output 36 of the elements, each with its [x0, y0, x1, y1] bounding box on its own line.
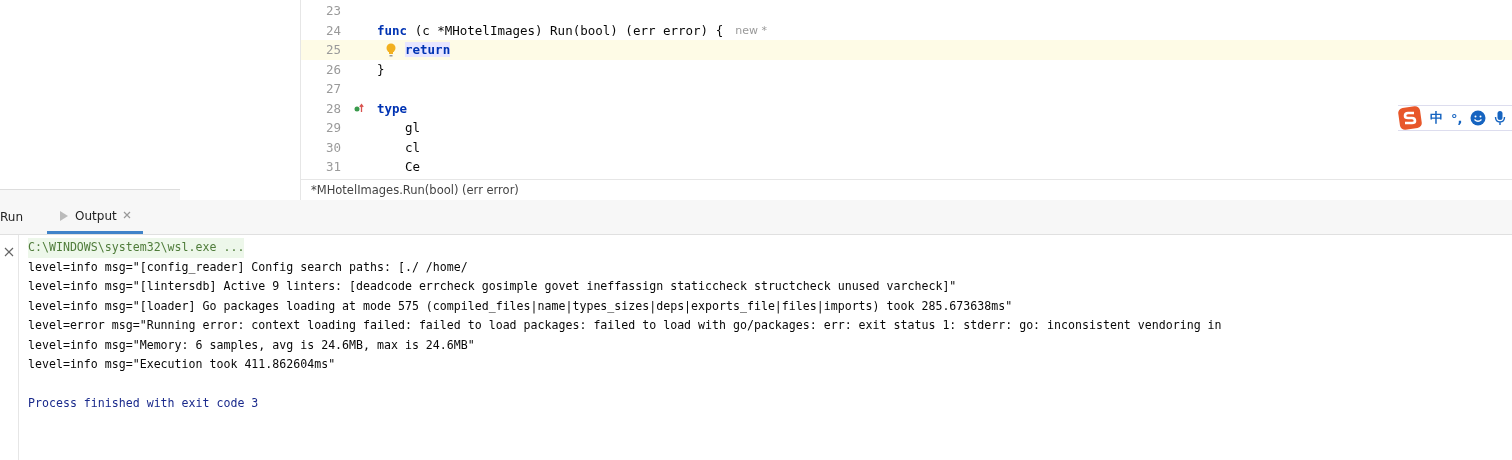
- code-keyword: func: [377, 22, 408, 38]
- log-line: level=info msg="Memory: 6 samples, avg is 24.6MB, max is 24.6MB": [28, 337, 475, 352]
- tool-window-title: Run: [0, 210, 23, 224]
- play-icon: [59, 209, 69, 222]
- code-text: Ce: [405, 159, 421, 175]
- log-line: level=info msg="[lintersdb] Active 9 linters: [deadcode errcheck gosimple govet ineffassign staticcheck structcheck unused varcheck]": [28, 279, 957, 293]
- author-hint: new *: [735, 23, 767, 37]
- microphone-icon[interactable]: [1494, 110, 1507, 126]
- line-number: 23: [324, 3, 341, 19]
- implementation-icon[interactable]: [354, 103, 364, 114]
- line-number: 31: [324, 159, 341, 175]
- input-mode-toggle[interactable]: 中: [1430, 109, 1443, 127]
- line-number: 27: [324, 81, 341, 97]
- log-line: level=info msg="[loader] Go packages loading at mode 575 (compiled_files|name|types_sizes|deps|exports_file|files|imports) took 285.673638ms": [28, 298, 1013, 313]
- line-number: 30: [324, 139, 341, 155]
- log-line: level=info msg="Execution took 411.862604ms": [28, 357, 336, 371]
- ime-logo-icon[interactable]: [1398, 106, 1422, 130]
- close-icon[interactable]: [4, 247, 14, 257]
- emoji-icon[interactable]: [1470, 110, 1487, 126]
- breadcrumb[interactable]: *MHotelImages.Run(bool) (err error): [311, 183, 519, 197]
- output-tab[interactable]: Output: [47, 200, 143, 234]
- code-text: gl: [405, 120, 421, 136]
- punctuation-toggle[interactable]: °,: [1451, 110, 1463, 126]
- code-keyword: type: [377, 100, 408, 116]
- code-keyword: return: [405, 42, 451, 58]
- exit-message: Process finished with exit code 3: [28, 396, 259, 410]
- line-number: 26: [324, 61, 341, 77]
- line-number: 25: [324, 42, 341, 58]
- line-number: 29: [324, 120, 341, 136]
- code-text: cl: [405, 139, 421, 155]
- line-number: 24: [324, 22, 341, 38]
- code-text: (c *MHotelImages) Run(bool) (err error) {: [413, 22, 724, 38]
- code-text: }: [377, 61, 385, 77]
- line-number: 28: [324, 100, 341, 116]
- log-line: level=info msg="[config_reader] Config search paths: [./ /home/: [28, 259, 468, 274]
- log-line: level=error msg="Running error: context loading failed: failed to load packages: failed to load with go/packages: err: exit status 1: stderr: go: inconsistent vendoring in: [28, 318, 1222, 332]
